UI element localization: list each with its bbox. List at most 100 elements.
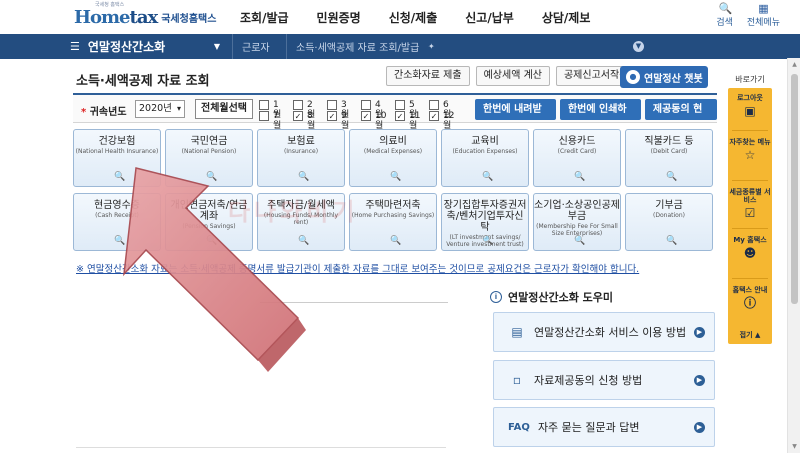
helper-card-label: 자주 묻는 질문과 답변: [537, 421, 640, 434]
search-icon[interactable]: 🔍: [666, 236, 677, 246]
category-card[interactable]: 신용카드 (Credit Card) 🔍: [533, 129, 621, 187]
helper-card-how-to-use[interactable]: ▤ 연말정산간소화 서비스 이용 방법 ▶: [493, 312, 715, 352]
category-english-name: (Donation): [653, 212, 685, 219]
search-icon[interactable]: 🔍: [390, 172, 401, 182]
category-card[interactable]: 소기업·소상공인공제부금 (Membership Fee For Small Si…: [533, 193, 621, 251]
nav-item-filing[interactable]: 신고/납부: [465, 9, 514, 26]
search-icon[interactable]: 🔍: [482, 172, 493, 182]
chevron-right-icon: ▶: [694, 374, 705, 386]
breadcrumb-item-worker[interactable]: 근로자: [242, 34, 270, 59]
submit-data-button[interactable]: 간소화자료 제출: [386, 66, 470, 86]
month-checkbox[interactable]: ✓: [361, 111, 371, 121]
month-checkbox[interactable]: ✓: [429, 111, 439, 121]
month-checkbox[interactable]: ✓: [293, 111, 303, 121]
chatbot-button[interactable]: ● 연말정산 챗봇: [620, 66, 708, 88]
category-card[interactable]: 직불카드 등 (Debit Card) 🔍: [625, 129, 713, 187]
quick-menu: 로그아웃 ▣ 자주찾는 메뉴 ☆ 세금종류별 서비스 ☑ My 홈택스 ☻ 홈택…: [728, 88, 772, 344]
search-icon[interactable]: 🔍: [574, 236, 585, 246]
search-icon[interactable]: 🔍: [390, 236, 401, 246]
search-icon[interactable]: 🔍: [298, 172, 309, 182]
search-button[interactable]: 🔍 검색: [716, 2, 733, 29]
month-label: 10월: [375, 111, 387, 131]
month-checkbox[interactable]: ✓: [327, 111, 337, 121]
quick-menu-title: 바로가기: [735, 75, 765, 84]
breadcrumb-item-current[interactable]: 소득·세액공제 자료 조회/발급: [296, 34, 419, 59]
user-icon: ☻: [743, 246, 757, 260]
quick-guide[interactable]: 홈택스 안내 ⓘ: [728, 286, 772, 310]
notice-text[interactable]: ※ 연말정산간소화 자료는 소득·세액공제 증명서류 발급기관이 제출한 자료를…: [76, 261, 639, 275]
star-icon[interactable]: ✦: [428, 34, 435, 59]
breadcrumb-divider: [286, 34, 287, 59]
quick-menu-collapse[interactable]: 접기 ▲: [733, 330, 767, 340]
nav-item-certificates[interactable]: 민원증명: [317, 9, 361, 26]
select-all-months-button[interactable]: 전체월선택: [195, 99, 253, 119]
category-english-name: (Debit Card): [650, 148, 688, 155]
scrollbar[interactable]: ▲ ▼: [787, 58, 800, 453]
print-all-button[interactable]: 한번에 인쇄하기: [559, 99, 641, 136]
estimate-tax-button[interactable]: 예상세액 계산: [475, 66, 550, 86]
header-icons: 🔍 검색 ▦ 전체메뉴: [716, 2, 780, 29]
all-menu-button[interactable]: ▦ 전체메뉴: [747, 3, 780, 29]
nav-item-application[interactable]: 신청/제출: [389, 9, 438, 26]
category-english-name: (Insurance): [283, 148, 319, 155]
search-icon: 🔍: [718, 2, 733, 15]
helper-card-faq[interactable]: FAQ 자주 묻는 질문과 답변 ▶: [493, 407, 715, 447]
search-icon[interactable]: 🔍: [298, 236, 309, 246]
scroll-up-icon[interactable]: ▲: [790, 60, 799, 69]
divider: [732, 180, 768, 181]
section-menu-dropdown[interactable]: ☰ 연말정산간소화 ▼: [70, 34, 230, 59]
search-icon[interactable]: 🔍: [206, 236, 217, 246]
search-icon[interactable]: 🔍: [482, 236, 493, 246]
consent-status-button[interactable]: 제공동의 현황: [644, 99, 717, 136]
month-checkbox[interactable]: [361, 100, 371, 110]
chevron-right-icon: ▶: [694, 421, 705, 433]
scroll-thumb[interactable]: [791, 74, 798, 304]
month-checkbox[interactable]: ✓: [395, 111, 405, 121]
category-name: 소기업·소상공인공제부금: [534, 200, 620, 222]
caret-down-icon: ▼: [213, 42, 220, 51]
category-card[interactable]: 기부금 (Donation) 🔍: [625, 193, 713, 251]
search-icon[interactable]: 🔍: [574, 172, 585, 182]
category-card[interactable]: 국민연금 (National Pension) 🔍: [165, 129, 253, 187]
search-icon[interactable]: 🔍: [666, 172, 677, 182]
divider: [732, 278, 768, 279]
quick-my-hometax[interactable]: My 홈택스 ☻: [728, 236, 772, 260]
category-card[interactable]: 주택마련저축 (Home Purchasing Savings) 🔍: [349, 193, 437, 251]
quick-tax-services[interactable]: 세금종류별 서비스 ☑: [728, 188, 772, 220]
category-card[interactable]: 현금영수증 (Cash Receipt) 🔍: [73, 193, 161, 251]
helper-card-consent[interactable]: ▫ 자료제공동의 신청 방법 ▶: [493, 360, 715, 400]
category-card[interactable]: 보험료 (Insurance) 🔍: [257, 129, 345, 187]
category-card[interactable]: 장기집합투자증권저축/벤처기업투자신탁 (LT investment saving…: [441, 193, 529, 251]
arrow-shadow: [258, 318, 306, 372]
search-icon[interactable]: 🔍: [114, 236, 125, 246]
month-checkbox[interactable]: [259, 100, 269, 110]
search-icon[interactable]: 🔍: [114, 172, 125, 182]
search-icon[interactable]: 🔍: [206, 172, 217, 182]
logo-org-name: 국세청홈택스: [161, 13, 217, 25]
download-all-button[interactable]: 한번에 내려받기: [475, 99, 556, 136]
category-card[interactable]: 건강보험 (National Health Insurance) 🔍: [73, 129, 161, 187]
category-english-name: (National Health Insurance): [75, 148, 159, 155]
divider: [732, 228, 768, 229]
month-checkbox[interactable]: [327, 100, 337, 110]
quick-logout[interactable]: 로그아웃 ▣: [728, 94, 772, 118]
divider: [732, 130, 768, 131]
scroll-down-icon[interactable]: ▼: [790, 442, 799, 451]
category-english-name: (Medical Expenses): [363, 148, 423, 155]
nav-item-consulting[interactable]: 상담/제보: [542, 9, 591, 26]
year-select[interactable]: 2020년 ▾: [135, 100, 185, 118]
filter-bar: * 귀속년도 2020년 ▾ 전체월선택 1월 2월 3월 4월 5월 6월 7월 ✓ 8월 ✓ 9…: [73, 93, 717, 136]
month-checkbox[interactable]: [293, 100, 303, 110]
divider: [260, 302, 448, 303]
watermark: 다나와비기: [228, 198, 359, 226]
category-card[interactable]: 교육비 (Education Expenses) 🔍: [441, 129, 529, 187]
collapse-toggle[interactable]: ▼: [633, 41, 644, 52]
nav-item-inquiry[interactable]: 조회/발급: [240, 9, 289, 26]
category-card[interactable]: 의료비 (Medical Expenses) 🔍: [349, 129, 437, 187]
month-checkbox[interactable]: [429, 100, 439, 110]
month-checkbox[interactable]: [395, 100, 405, 110]
quick-favorites[interactable]: 자주찾는 메뉴 ☆: [728, 138, 772, 162]
faq-icon: FAQ: [508, 421, 530, 433]
month-checkbox[interactable]: [259, 111, 269, 121]
bulk-action-buttons: 한번에 내려받기 한번에 인쇄하기 제공동의 현황: [475, 99, 717, 136]
